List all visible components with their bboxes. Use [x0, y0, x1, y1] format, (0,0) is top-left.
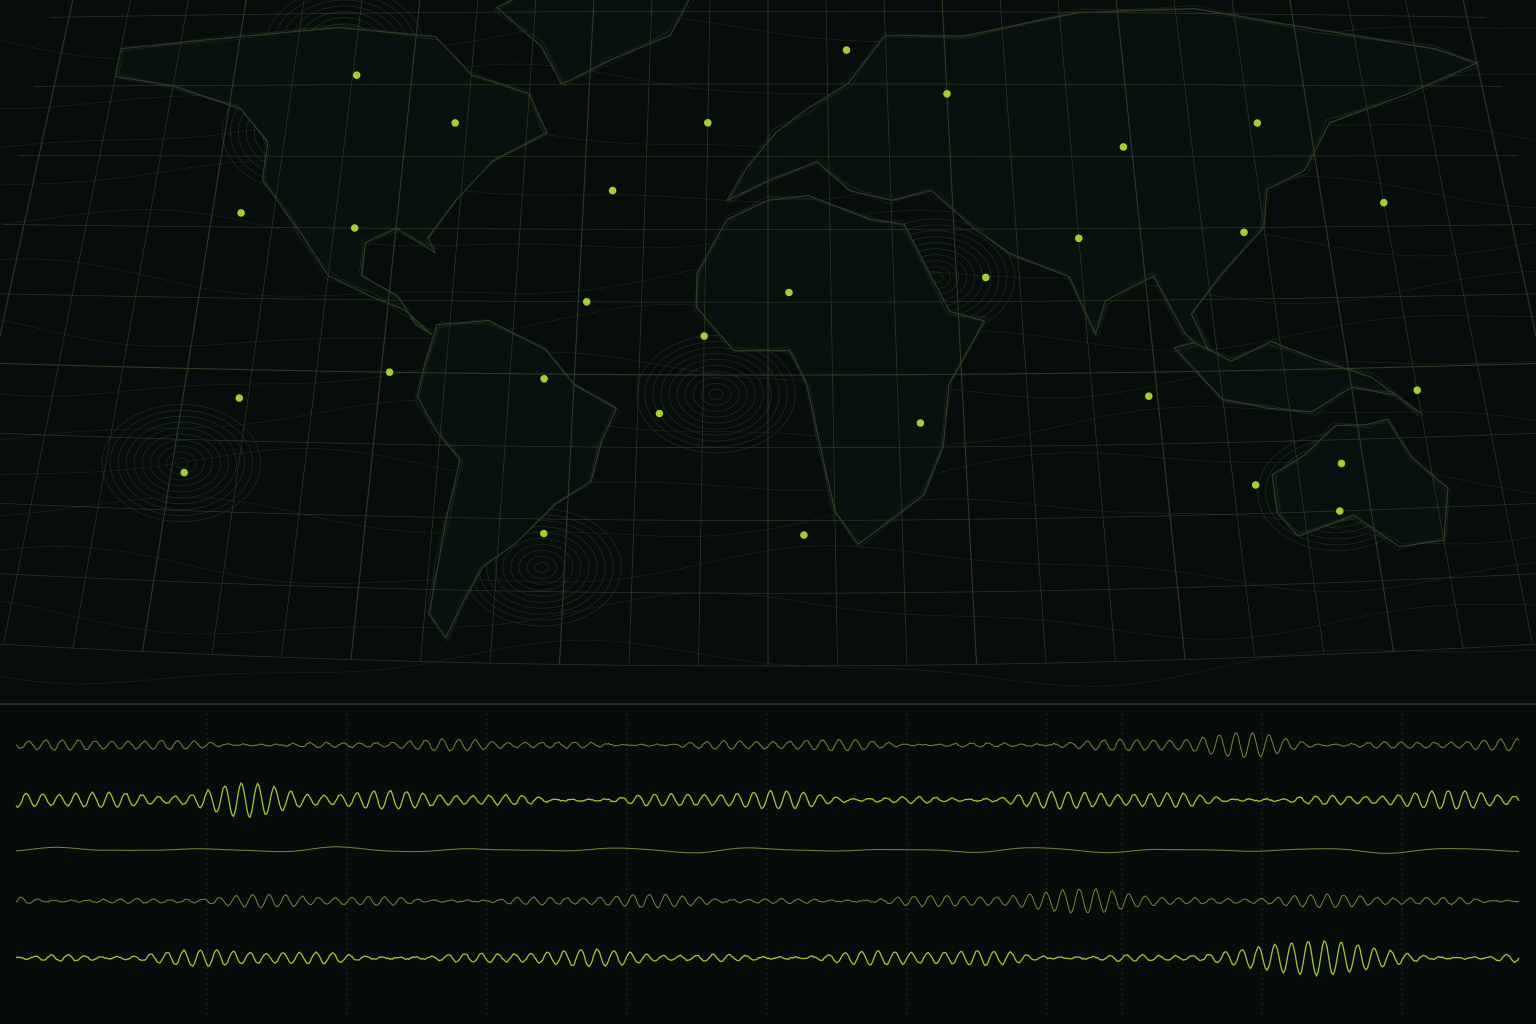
map-canvas[interactable]	[0, 0, 1536, 703]
station-marker[interactable]	[916, 419, 925, 427]
station-marker[interactable]	[352, 71, 361, 79]
station-marker[interactable]	[943, 90, 951, 98]
meridian-line	[0, 0, 74, 339]
meridian-line	[1405, 0, 1533, 645]
pressure-contour	[141, 433, 221, 493]
pressure-contour	[668, 358, 764, 430]
station-marker[interactable]	[582, 298, 591, 306]
pressure-contour	[708, 388, 724, 400]
seismogram-trace	[15, 940, 1520, 978]
pressure-contour	[502, 538, 582, 597]
station-marker[interactable]	[1145, 392, 1153, 401]
coastline-path	[114, 27, 548, 335]
coastline-path	[695, 194, 986, 546]
seismogram-grid	[206, 713, 1403, 1017]
meridian-line	[72, 0, 189, 649]
station-marker[interactable]	[785, 288, 793, 297]
station-marker[interactable]	[385, 368, 394, 377]
station-marker[interactable]	[1337, 459, 1346, 468]
seismogram-panel	[0, 705, 1536, 1024]
pressure-contour	[526, 556, 558, 579]
coastline-path	[1172, 340, 1422, 415]
station-marker[interactable]	[1336, 507, 1344, 515]
station-marker[interactable]	[350, 224, 359, 232]
station-marker[interactable]	[1240, 228, 1248, 237]
graticule	[0, 0, 1536, 667]
station-marker[interactable]	[1119, 143, 1128, 151]
station-marker[interactable]	[1075, 234, 1083, 243]
station-marker[interactable]	[451, 119, 460, 127]
station-marker[interactable]	[540, 375, 548, 383]
pressure-contour	[692, 376, 740, 412]
seismogram-trace	[15, 846, 1519, 854]
station-marker[interactable]	[1380, 198, 1388, 207]
station-marker[interactable]	[1251, 481, 1260, 489]
station-marker[interactable]	[235, 394, 244, 402]
station-marker[interactable]	[237, 209, 245, 217]
seismogram-canvas	[15, 713, 1520, 1017]
pressure-contour	[149, 439, 213, 487]
pressure-contour	[534, 561, 550, 573]
station-marker[interactable]	[700, 332, 708, 340]
meridian-line	[628, 0, 653, 666]
station-marker[interactable]	[1413, 386, 1421, 395]
station-marker[interactable]	[608, 186, 617, 195]
meridian-line	[558, 0, 595, 665]
world-map[interactable]	[0, 0, 1536, 703]
coastline-path	[416, 319, 617, 640]
pressure-contour	[684, 370, 748, 418]
pressure-contour	[644, 341, 788, 448]
coastlines	[114, 0, 1482, 643]
station-marker[interactable]	[800, 531, 808, 539]
station-marker[interactable]	[540, 529, 548, 538]
pressure-contour	[117, 415, 245, 511]
station-marker[interactable]	[1253, 119, 1262, 127]
pressure-contour	[700, 382, 732, 406]
pressure-contour	[652, 347, 780, 442]
station-marker[interactable]	[655, 409, 664, 418]
station-marker[interactable]	[704, 119, 712, 127]
pressure-contour	[518, 550, 566, 585]
station-marker[interactable]	[842, 46, 851, 54]
station-marker[interactable]	[180, 468, 188, 477]
station-marker[interactable]	[982, 273, 990, 282]
